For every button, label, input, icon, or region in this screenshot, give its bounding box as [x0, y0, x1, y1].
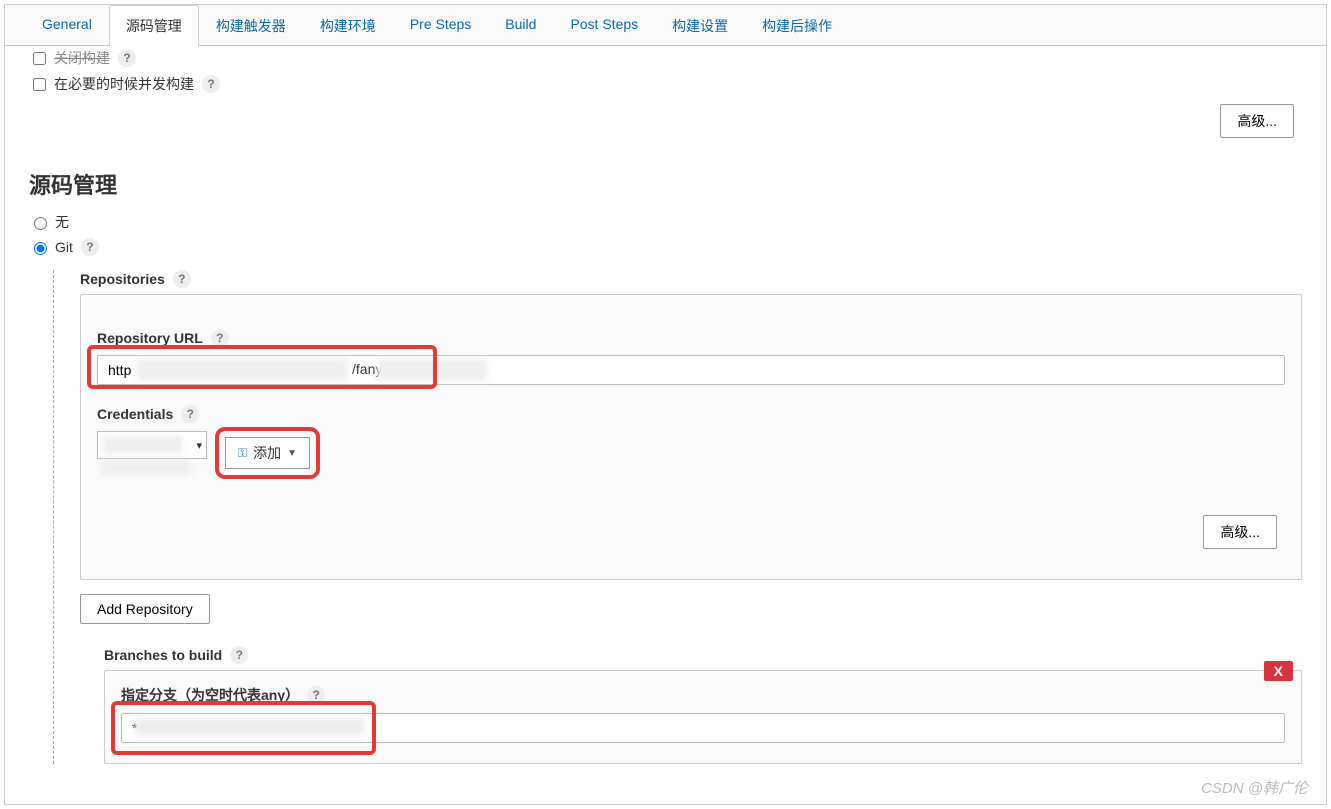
- add-repository-button[interactable]: Add Repository: [80, 594, 210, 624]
- credentials-label: Credentials: [97, 406, 173, 422]
- scm-git-label: Git: [55, 239, 73, 255]
- branches-label: Branches to build: [104, 647, 222, 663]
- tab-env[interactable]: 构建环境: [303, 5, 393, 46]
- tab-settings[interactable]: 构建设置: [655, 5, 745, 46]
- tab-postbuild[interactable]: 构建后操作: [745, 5, 849, 46]
- chevron-down-icon: ▼: [287, 448, 297, 459]
- tab-presteps[interactable]: Pre Steps: [393, 5, 488, 46]
- repo-advanced-button[interactable]: 高级...: [1203, 515, 1277, 549]
- concurrent-build-checkbox[interactable]: [33, 78, 46, 91]
- credentials-select[interactable]: ▾: [97, 431, 207, 459]
- help-icon[interactable]: ?: [202, 75, 220, 93]
- help-icon[interactable]: ?: [173, 270, 191, 288]
- chevron-down-icon: ▾: [196, 439, 202, 452]
- repo-url-label: Repository URL: [97, 330, 203, 346]
- tab-poststeps[interactable]: Post Steps: [553, 5, 655, 46]
- add-button-label: 添加: [253, 443, 281, 463]
- branch-spec-label: 指定分支（为空时代表any）: [121, 685, 299, 705]
- scm-section-title: 源码管理: [29, 168, 1302, 200]
- redacted-overlay: [102, 436, 182, 454]
- help-icon[interactable]: ?: [118, 49, 136, 67]
- tab-scm[interactable]: 源码管理: [109, 5, 199, 46]
- repositories-label: Repositories: [80, 271, 165, 287]
- help-icon[interactable]: ?: [81, 238, 99, 256]
- help-icon[interactable]: ?: [230, 646, 248, 664]
- config-tabs: General 源码管理 构建触发器 构建环境 Pre Steps Build …: [5, 5, 1326, 46]
- redacted-overlay: [101, 461, 191, 475]
- help-icon[interactable]: ?: [307, 686, 325, 704]
- add-credentials-button[interactable]: ⚿ 添加 ▼: [225, 437, 310, 469]
- branch-spec-input[interactable]: [121, 713, 1285, 743]
- tab-build[interactable]: Build: [488, 5, 553, 46]
- help-icon[interactable]: ?: [181, 405, 199, 423]
- help-icon[interactable]: ?: [211, 329, 229, 347]
- repo-url-input[interactable]: [97, 355, 1285, 385]
- annotation-highlight: ⚿ 添加 ▼: [219, 431, 316, 475]
- tab-triggers[interactable]: 构建触发器: [199, 5, 303, 46]
- tab-general[interactable]: General: [25, 5, 109, 46]
- close-build-checkbox[interactable]: [33, 52, 46, 65]
- close-build-label: 关闭构建: [54, 48, 110, 68]
- advanced-button[interactable]: 高级...: [1220, 104, 1294, 138]
- scm-none-label: 无: [55, 212, 69, 232]
- repo-url-fragment: /fanyl: [352, 361, 385, 377]
- scm-none-radio[interactable]: [34, 217, 47, 230]
- delete-branch-button[interactable]: X: [1264, 661, 1293, 681]
- concurrent-build-label: 在必要的时候并发构建: [54, 74, 194, 94]
- key-icon: ⚿: [238, 446, 247, 461]
- scm-git-radio[interactable]: [34, 242, 47, 255]
